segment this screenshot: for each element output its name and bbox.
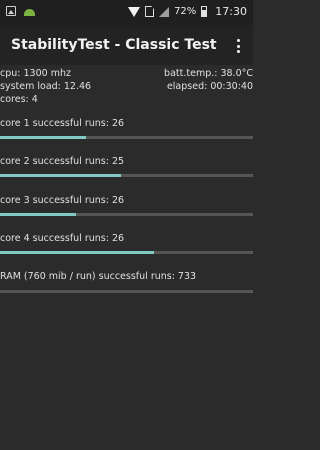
status-time: 17:30 bbox=[215, 5, 247, 18]
battery-percent: 72% bbox=[174, 6, 197, 17]
battery-temp-info: batt.temp.: 38.0°C bbox=[164, 68, 253, 79]
core-2-label: core 2 successful runs: 25 bbox=[0, 156, 125, 167]
sim-icon bbox=[145, 6, 155, 17]
cores-info: cores: 4 bbox=[0, 94, 38, 105]
core-2-progress-fill bbox=[0, 174, 122, 177]
gallery-icon bbox=[6, 6, 16, 16]
overflow-menu-icon[interactable] bbox=[237, 39, 241, 53]
core-1-progress bbox=[0, 136, 253, 139]
status-bar: 72% 17:30 bbox=[0, 0, 253, 25]
system-load-info: system load: 12.46 bbox=[0, 81, 92, 92]
ram-progress bbox=[0, 290, 253, 293]
core-4-progress bbox=[0, 251, 253, 254]
app-title: StabilityTest - Classic Test bbox=[11, 37, 217, 53]
ram-label: RAM (760 mib / run) successful runs: 733 bbox=[0, 271, 197, 282]
core-3-progress bbox=[0, 213, 253, 216]
core-3-progress-fill bbox=[0, 213, 76, 216]
core-2-progress bbox=[0, 174, 253, 177]
android-icon bbox=[24, 8, 35, 16]
core-3-label: core 3 successful runs: 26 bbox=[0, 195, 125, 206]
core-4-progress-fill bbox=[0, 251, 155, 254]
battery-icon bbox=[201, 6, 208, 17]
signal-icon bbox=[159, 6, 170, 17]
core-1-label: core 1 successful runs: 26 bbox=[0, 118, 125, 129]
core-4-label: core 4 successful runs: 26 bbox=[0, 233, 125, 244]
cpu-info: cpu: 1300 mhz bbox=[0, 68, 71, 79]
elapsed-info: elapsed: 00:30:40 bbox=[166, 81, 253, 92]
app-toolbar: StabilityTest - Classic Test bbox=[0, 25, 253, 65]
wifi-icon bbox=[128, 6, 141, 17]
core-1-progress-fill bbox=[0, 136, 87, 139]
